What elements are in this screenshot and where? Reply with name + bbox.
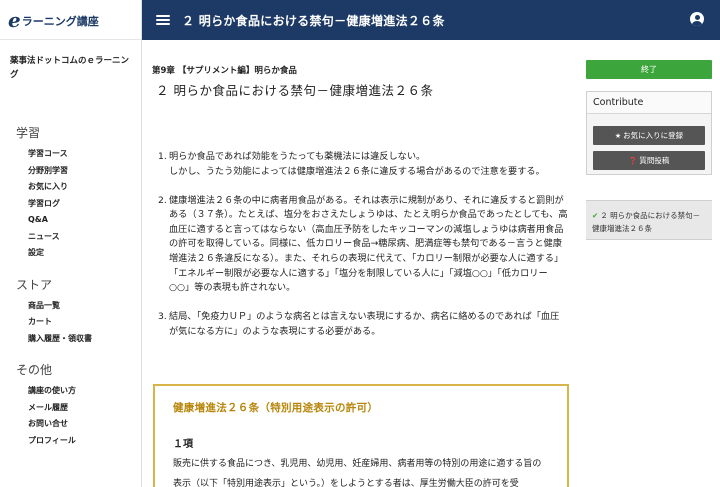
nav-section-study: 学習 学習コース 分野別学習 お気に入り 学習ログ Q&A ニュース 設定 bbox=[0, 124, 141, 262]
top-bar: ２ 明らか食品における禁句－健康増進法２６条 bbox=[142, 0, 720, 40]
logo-text: ラーニング講座 bbox=[21, 15, 99, 28]
sidebar: e ラーニング講座 薬事法ドットコムのｅラーニング 学習 学習コース 分野別学習… bbox=[0, 0, 142, 487]
end-button[interactable]: 終了 bbox=[586, 60, 712, 79]
list-number: 2. bbox=[158, 194, 167, 206]
list-item: 2. 健康増進法２６条の中に病者用食品がある。それは表示に規制があり、それに違反… bbox=[158, 194, 568, 296]
law-box: 健康増進法２６条（特別用途表示の許可） １項 販売に供する食品につき、乳児用、幼… bbox=[153, 384, 569, 487]
sidebar-item-qa[interactable]: Q&A bbox=[16, 212, 141, 229]
nav-heading-store: ストア bbox=[16, 277, 53, 292]
chapter-label: 第9章 【サプリメント編】明らか食品 bbox=[152, 66, 297, 76]
contribute-heading: Contribute bbox=[587, 92, 711, 114]
site-name: 薬事法ドットコムのｅラーニング bbox=[10, 56, 130, 80]
law-body: 販売に供する食品につき、乳児用、幼児用、妊産婦用、病者用等の特別の用途に適する旨… bbox=[173, 459, 542, 487]
right-column: 終了 Contribute ★ お気に入りに登録 ❓ 質問投稿 ✔ ２ 明らか食品にお… bbox=[586, 40, 712, 487]
star-icon: ★ bbox=[614, 132, 622, 140]
sidebar-item-news[interactable]: ニュース bbox=[16, 229, 141, 246]
list-text: しかし、うたう効能によっては健康増進法２６条に違反する場合があるので注意を要する… bbox=[169, 165, 545, 177]
main-content: 第9章 【サプリメント編】明らか食品 ２ 明らか食品における禁句－健康増進法２６… bbox=[142, 40, 582, 487]
list-text: 明らか食品であれば効能をうたっても薬機法には違反しない。 bbox=[169, 151, 426, 162]
toc-item-label: ２ 明らか食品における禁句－健康増進法２６条 bbox=[592, 211, 701, 233]
content-list: 1. 明らか食品であれば効能をうたっても薬機法には違反しない。 しかし、うたう効… bbox=[158, 150, 568, 354]
sidebar-item-products[interactable]: 商品一覧 bbox=[16, 298, 141, 315]
nav-section-other: その他 講座の使い方 メール履歴 お問い合せ プロフィール bbox=[0, 361, 141, 449]
sidebar-item-how-to-use[interactable]: 講座の使い方 bbox=[16, 383, 141, 400]
list-item: 1. 明らか食品であれば効能をうたっても薬機法には違反しない。 しかし、うたう効… bbox=[158, 150, 568, 179]
list-text: 結局、「免疫力ＵＰ」のような病名とは言えない表現にするか、病名に絡めるのであれば… bbox=[169, 311, 560, 337]
sidebar-item-courses[interactable]: 学習コース bbox=[16, 146, 141, 163]
page-title: ２ 明らか食品における禁句－健康増進法２６条 bbox=[156, 83, 434, 98]
sidebar-item-settings[interactable]: 設定 bbox=[16, 245, 141, 262]
nav-section-store: ストア 商品一覧 カート 購入履歴・領収書 bbox=[0, 276, 141, 348]
check-icon: ✔ bbox=[592, 211, 599, 220]
user-circle-icon[interactable] bbox=[690, 12, 704, 26]
post-question-button[interactable]: ❓ 質問投稿 bbox=[593, 151, 705, 170]
sidebar-item-contact[interactable]: お問い合せ bbox=[16, 416, 141, 433]
hamburger-menu-icon[interactable] bbox=[156, 15, 170, 25]
list-item: 3. 結局、「免疫力ＵＰ」のような病名とは言えない表現にするか、病名に絡めるので… bbox=[158, 310, 568, 339]
sidebar-item-purchase-history[interactable]: 購入履歴・領収書 bbox=[16, 331, 141, 348]
contribute-panel: Contribute ★ お気に入りに登録 ❓ 質問投稿 bbox=[586, 91, 712, 175]
law-section: １項 bbox=[173, 439, 193, 450]
sidebar-item-mail-history[interactable]: メール履歴 bbox=[16, 400, 141, 417]
list-text: 健康増進法２６条の中に病者用食品がある。それは表示に規制があり、それに違反すると… bbox=[169, 194, 568, 294]
sidebar-item-study-log[interactable]: 学習ログ bbox=[16, 196, 141, 213]
sidebar-item-favorites[interactable]: お気に入り bbox=[16, 179, 141, 196]
toc-item-current[interactable]: ✔ ２ 明らか食品における禁句－健康増進法２６条 bbox=[586, 200, 712, 240]
nav-heading-study: 学習 bbox=[16, 126, 41, 140]
sidebar-item-profile[interactable]: プロフィール bbox=[16, 433, 141, 450]
add-favorite-label: お気に入りに登録 bbox=[623, 131, 684, 140]
question-icon: ❓ bbox=[628, 157, 638, 165]
sidebar-item-cart[interactable]: カート bbox=[16, 314, 141, 331]
header-title: ２ 明らか食品における禁句－健康増進法２６条 bbox=[182, 13, 445, 28]
list-number: 1. bbox=[158, 151, 167, 162]
logo-e: e bbox=[8, 7, 21, 32]
law-title: 健康増進法２６条（特別用途表示の許可） bbox=[173, 402, 379, 414]
list-number: 3. bbox=[158, 311, 167, 323]
post-question-label: 質問投稿 bbox=[639, 156, 670, 165]
add-favorite-button[interactable]: ★ お気に入りに登録 bbox=[593, 126, 705, 145]
logo[interactable]: e ラーニング講座 bbox=[0, 0, 141, 40]
nav-heading-other: その他 bbox=[16, 363, 53, 377]
sidebar-item-by-field[interactable]: 分野別学習 bbox=[16, 163, 141, 180]
